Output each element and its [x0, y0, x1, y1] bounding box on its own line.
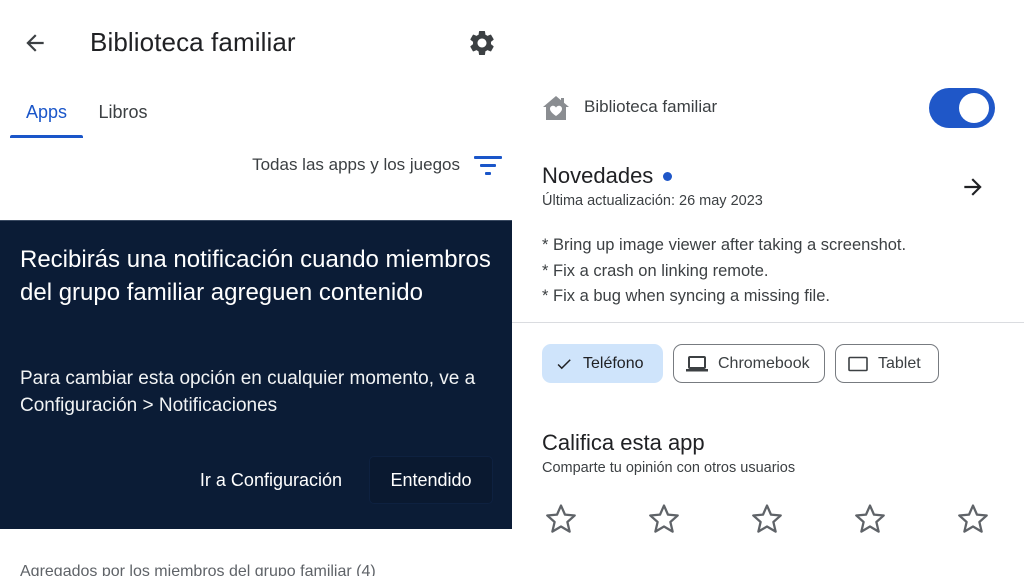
star-rating	[542, 500, 992, 538]
filter-label: Todas las apps y los juegos	[252, 155, 460, 174]
laptop-icon	[686, 355, 708, 371]
star-4[interactable]	[851, 500, 889, 538]
snackbar-body: Para cambiar esta opción en cualquier mo…	[20, 368, 476, 416]
right-pane: Biblioteca familiar Novedades Última act…	[512, 0, 1024, 576]
star-outline-icon	[855, 504, 885, 533]
snackbar-title: Recibirás una notificación cuando miembr…	[20, 246, 491, 306]
star-2[interactable]	[645, 500, 683, 538]
go-to-settings-button[interactable]: Ir a Configuración	[182, 457, 360, 503]
rate-app-subtitle: Comparte tu opinión con otros usuarios	[542, 460, 796, 476]
tab-bar: Apps Libros	[0, 86, 512, 140]
star-3[interactable]	[748, 500, 786, 538]
star-outline-icon	[649, 504, 679, 533]
check-icon	[557, 358, 571, 369]
new-indicator-dot	[663, 171, 673, 181]
app-bar: Biblioteca familiar	[0, 0, 512, 86]
tab-apps[interactable]: Apps	[10, 86, 83, 138]
page-title: Biblioteca familiar	[90, 27, 296, 57]
whats-new-title: Novedades	[542, 163, 654, 188]
family-home-icon	[543, 96, 569, 120]
got-it-button[interactable]: Entendido	[370, 457, 492, 503]
active-tab-indicator	[10, 135, 83, 138]
section-divider	[512, 322, 1024, 323]
release-note: * Fix a crash on linking remote.	[542, 261, 769, 280]
chip-chromebook[interactable]: Chromebook	[673, 344, 825, 383]
chip-label: Tablet	[878, 354, 921, 372]
family-added-section-label: Agregados por los miembros del grupo fam…	[20, 563, 376, 576]
rate-app-title: Califica esta app	[542, 430, 705, 455]
star-outline-icon	[752, 504, 782, 533]
star-1[interactable]	[542, 500, 580, 538]
chip-phone[interactable]: Teléfono	[542, 344, 663, 383]
last-updated-text: Última actualización: 26 may 2023	[542, 193, 763, 209]
filter-list-icon	[474, 156, 502, 175]
star-outline-icon	[958, 504, 988, 533]
toggle-thumb	[959, 93, 989, 123]
filter-button[interactable]: Todas las apps y los juegos	[252, 148, 502, 182]
family-library-label: Biblioteca familiar	[584, 97, 718, 116]
notification-snackbar: Recibirás una notificación cuando miembr…	[0, 220, 512, 529]
whats-new-header: Novedades	[542, 163, 673, 189]
star-outline-icon	[546, 504, 576, 533]
family-library-row: Biblioteca familiar	[512, 84, 1024, 130]
gear-icon	[470, 30, 494, 55]
release-notes: * Bring up image viewer after taking a s…	[542, 233, 906, 310]
back-button[interactable]	[20, 28, 50, 58]
arrow-back-icon	[26, 34, 44, 52]
snackbar-actions: Ir a Configuración Entendido	[182, 457, 492, 503]
left-pane: Biblioteca familiar Apps Libros Todas la…	[0, 0, 512, 576]
settings-button[interactable]	[466, 27, 498, 59]
family-library-toggle[interactable]	[929, 88, 995, 128]
chip-label: Chromebook	[718, 354, 810, 372]
release-note: * Fix a bug when syncing a missing file.	[542, 287, 830, 305]
device-chips: Teléfono Chromebook Tablet	[542, 344, 939, 383]
tablet-icon	[848, 356, 868, 371]
arrow-forward-icon	[964, 178, 982, 196]
chip-label: Teléfono	[583, 354, 644, 372]
chip-tablet[interactable]: Tablet	[835, 344, 939, 383]
star-5[interactable]	[954, 500, 992, 538]
whats-new-open-button[interactable]	[958, 172, 988, 202]
tab-libros[interactable]: Libros	[86, 86, 160, 138]
release-note: * Bring up image viewer after taking a s…	[542, 236, 907, 254]
